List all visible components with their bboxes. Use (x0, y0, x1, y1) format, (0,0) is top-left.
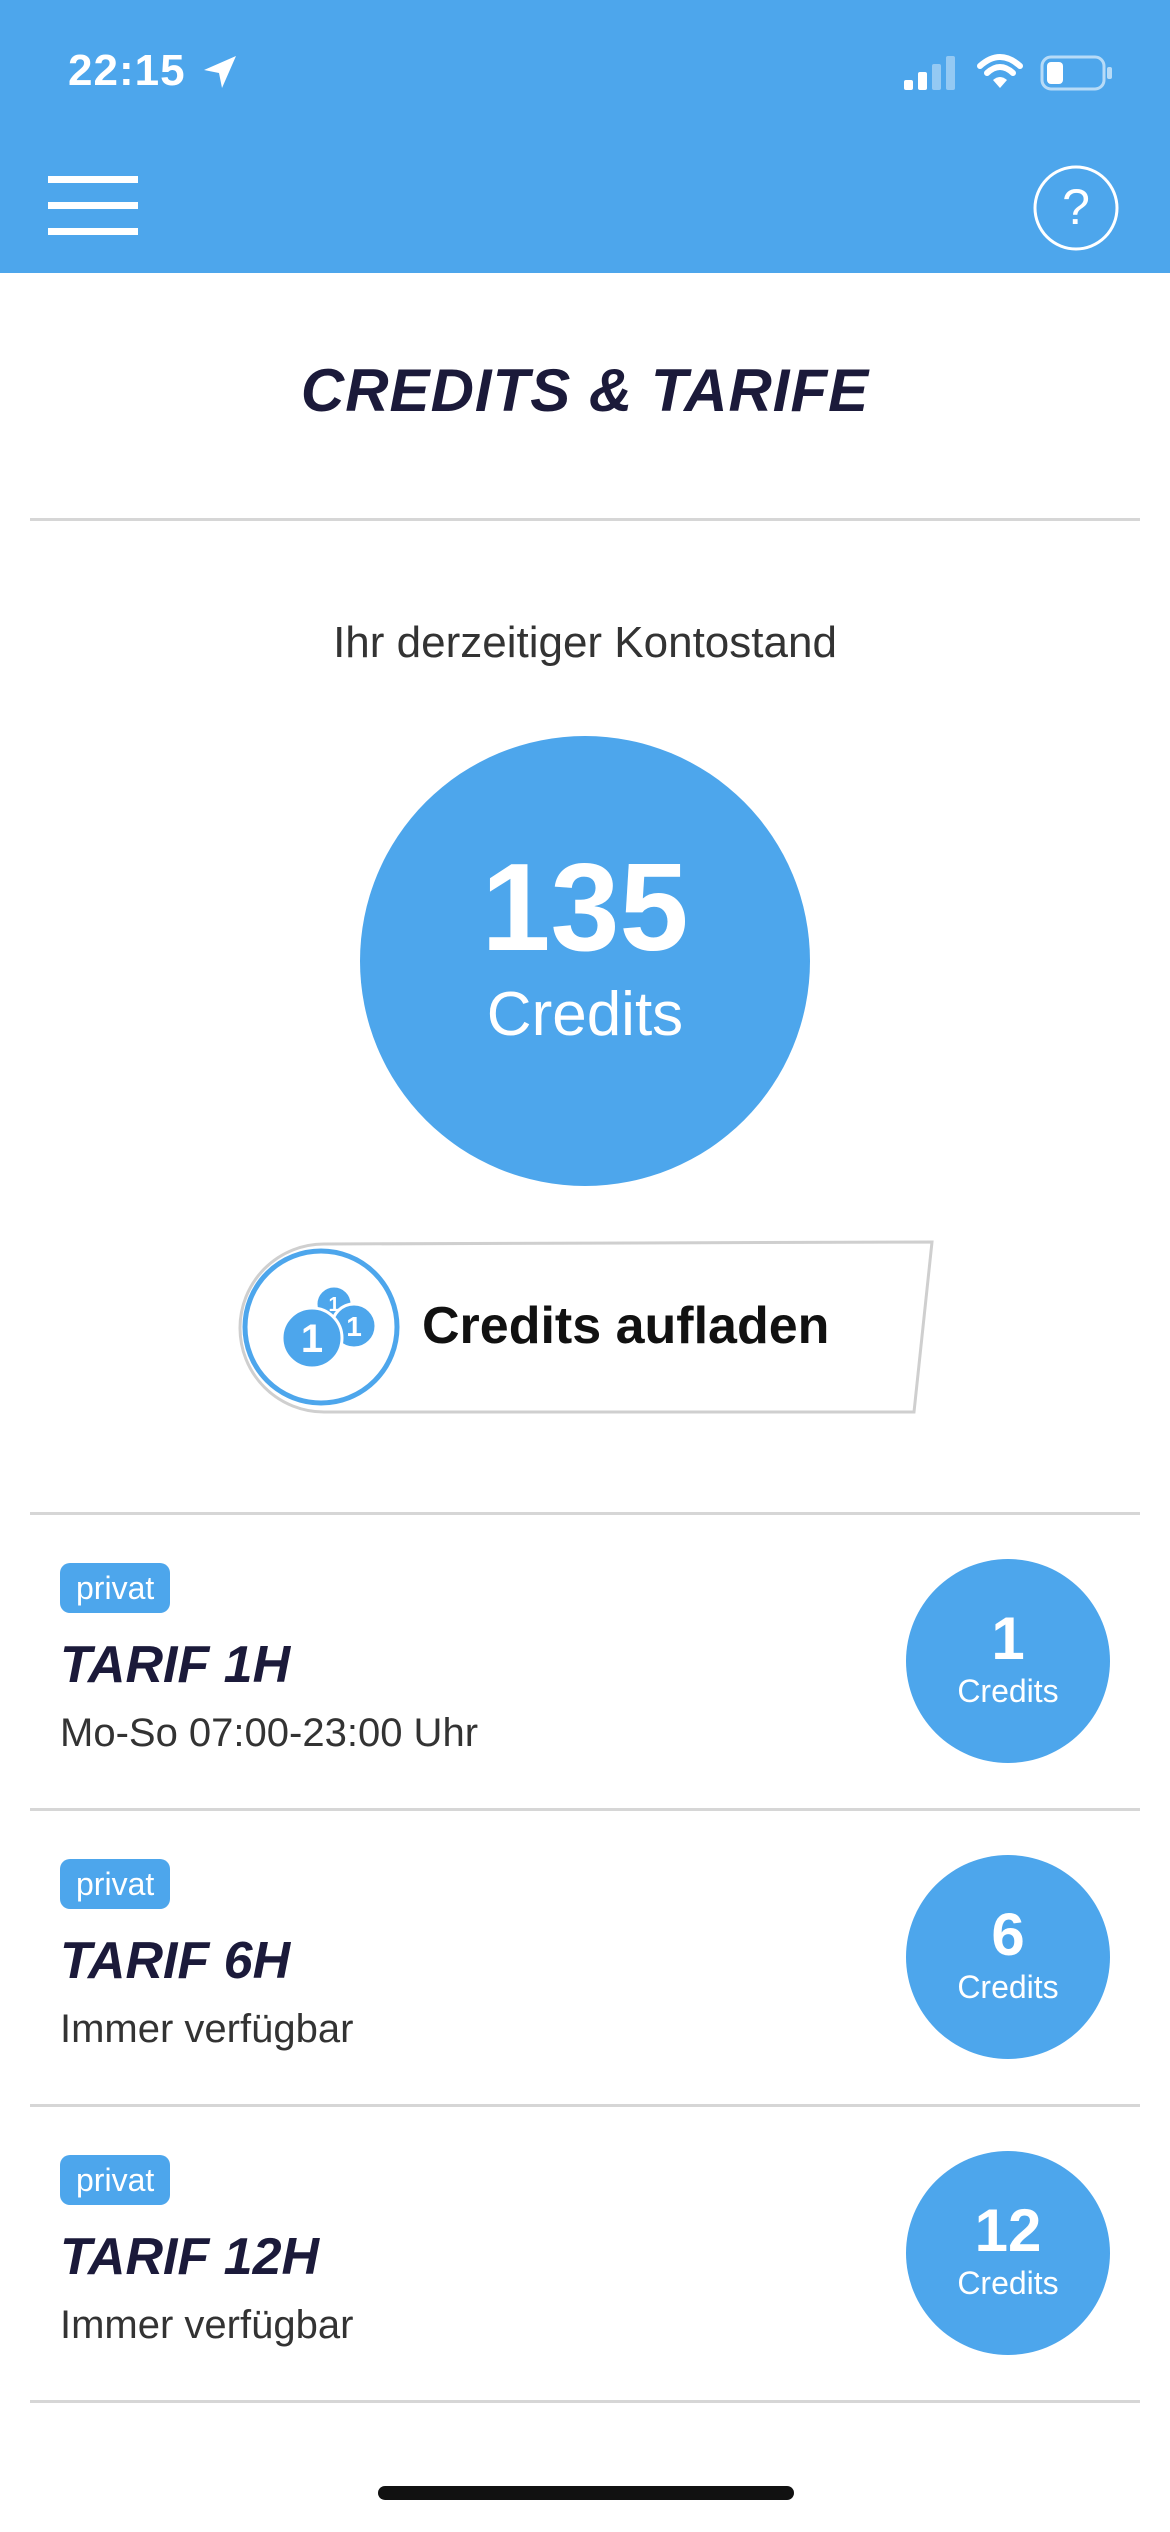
tariff-credits: 6 (991, 1901, 1025, 1968)
tariff-credits: 1 (991, 1605, 1025, 1672)
tariff-credits: 12 (974, 2197, 1042, 2264)
tariff-credits-unit: Credits (957, 1673, 1059, 1709)
tariff-price-badge: 6 Credits (906, 1855, 1110, 2059)
balance-unit: Credits (486, 980, 684, 1049)
tariff-price-badge: 1 Credits (906, 1559, 1110, 1763)
wifi-icon (977, 54, 1023, 88)
tariff-availability: Immer verfügbar (60, 2303, 354, 2347)
tariff-tag: privat (60, 1859, 171, 1909)
tariff-availability: Immer verfügbar (60, 2007, 354, 2051)
app-header: 22:15 ? (0, 0, 1170, 273)
divider (30, 518, 1140, 521)
balance-value: 135 (481, 839, 689, 977)
balance-label: Ihr derzeitiger Kontostand (333, 618, 837, 667)
status-time: 22:15 (68, 46, 186, 95)
home-indicator[interactable] (378, 2486, 794, 2500)
tariff-name: TARIF 12H (60, 2228, 320, 2286)
svg-text:1: 1 (346, 1311, 362, 1342)
tariff-credits-unit: Credits (957, 2265, 1059, 2301)
tariff-6h[interactable]: privat TARIF 6H Immer verfügbar 6 Credit… (0, 1811, 1170, 2107)
hamburger-menu-icon[interactable] (48, 176, 138, 236)
tariff-name: TARIF 6H (60, 1932, 291, 1990)
page-title: CREDITS & TARIFE (300, 357, 870, 424)
cellular-signal-icon (904, 56, 955, 90)
help-question-icon[interactable]: ? (1032, 164, 1120, 252)
topup-credits-button[interactable]: 1 1 1 Credits aufladen (232, 1236, 936, 1418)
location-arrow-icon (204, 56, 236, 88)
coins-icon: 1 1 1 (242, 1248, 400, 1406)
tariff-tag: privat (60, 2155, 171, 2205)
tariff-12h[interactable]: privat TARIF 12H Immer verfügbar 12 Cred… (0, 2107, 1170, 2403)
tariff-1h[interactable]: privat TARIF 1H Mo-So 07:00-23:00 Uhr 1 … (0, 1515, 1170, 1811)
tariff-name: TARIF 1H (60, 1636, 291, 1694)
svg-text:?: ? (1062, 179, 1090, 235)
balance-circle: 135 Credits (360, 736, 810, 1186)
divider (30, 2400, 1140, 2403)
svg-text:1: 1 (301, 1317, 323, 1361)
tariff-price-badge: 12 Credits (906, 2151, 1110, 2355)
topup-label: Credits aufladen (422, 1297, 830, 1355)
battery-icon (1040, 55, 1112, 91)
tariff-credits-unit: Credits (957, 1969, 1059, 2005)
tariff-tag: privat (60, 1563, 171, 1613)
tariff-availability: Mo-So 07:00-23:00 Uhr (60, 1711, 479, 1755)
svg-text:1: 1 (328, 1294, 339, 1316)
